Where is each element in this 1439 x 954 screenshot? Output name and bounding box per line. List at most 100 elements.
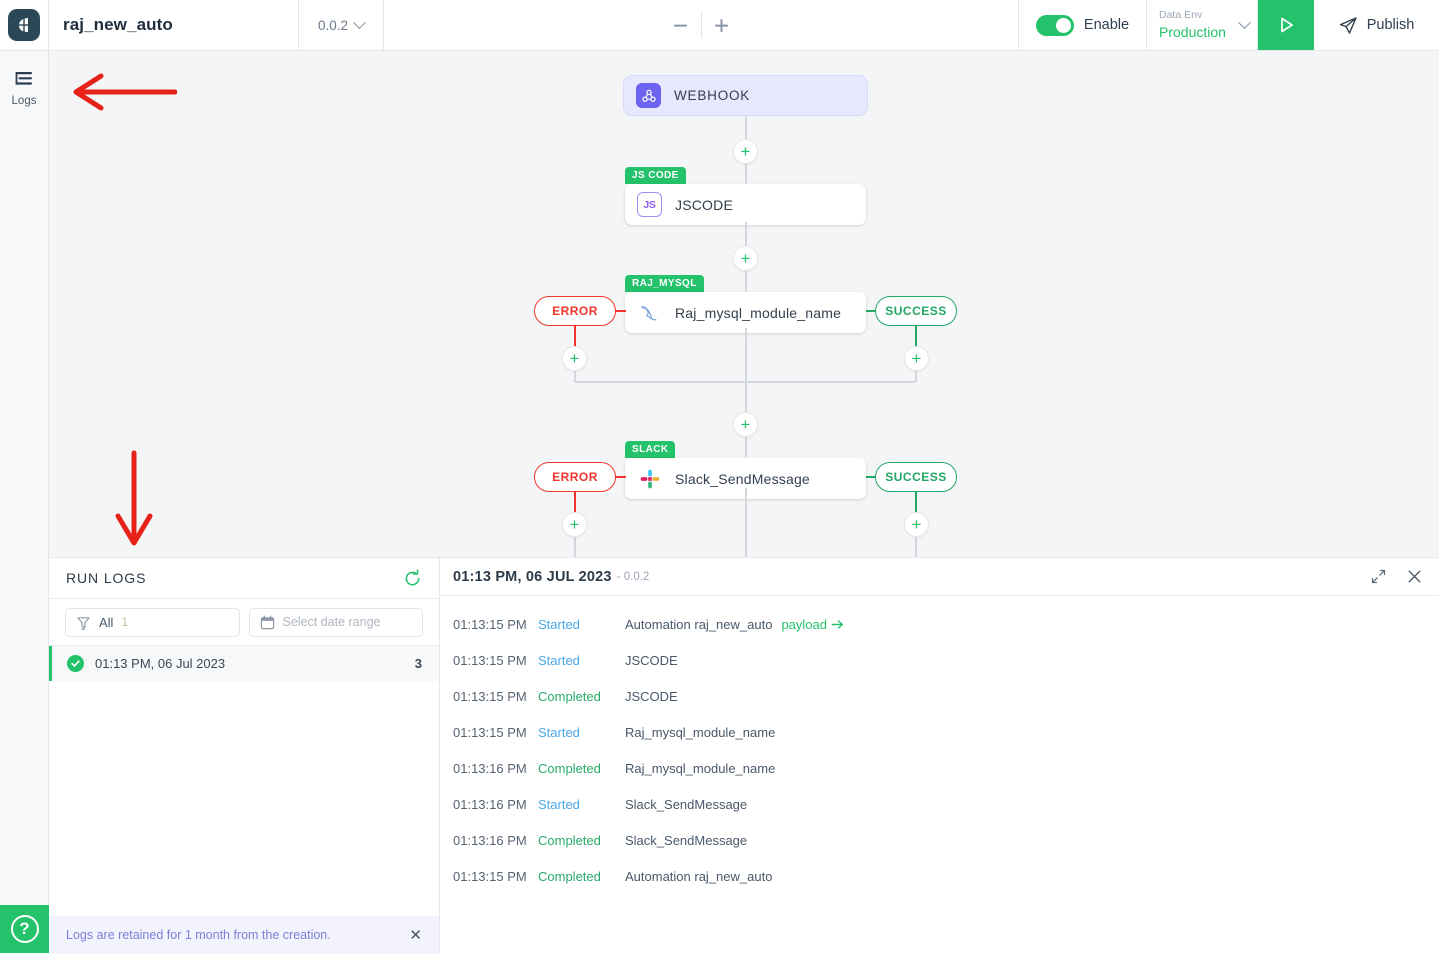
sidebar-item-logs[interactable]: Logs: [0, 51, 48, 107]
arrow-right-icon: [831, 619, 844, 629]
send-icon: [1339, 16, 1357, 34]
flow-node-tag-jscode: JS CODE: [625, 167, 686, 184]
log-message: JSCODE: [625, 652, 678, 668]
add-step-button-error[interactable]: +: [562, 346, 587, 371]
log-status: Completed: [538, 868, 601, 884]
log-row: 01:13:16 PM Started Slack_SendMessage: [453, 786, 1439, 822]
run-logs-header: RUN LOGS: [49, 558, 439, 599]
expand-button[interactable]: [1371, 569, 1386, 584]
log-row: 01:13:15 PM Started Automation raj_new_aut…: [453, 606, 1439, 642]
branch-badge-success[interactable]: SUCCESS: [875, 296, 957, 326]
refresh-icon: [405, 568, 420, 585]
log-status: Completed: [538, 832, 601, 848]
data-env-selector[interactable]: Data Env Production: [1147, 0, 1258, 50]
annotation-arrow-down: [115, 450, 153, 546]
version-label: 0.0.2: [317, 17, 349, 33]
log-time: 01:13:15 PM: [453, 724, 527, 740]
log-row: 01:13:15 PM Completed JSCODE: [453, 678, 1439, 714]
log-message: JSCODE: [625, 688, 678, 704]
refresh-button[interactable]: [403, 568, 422, 588]
branch-badge-error[interactable]: ERROR: [534, 296, 616, 326]
add-step-button[interactable]: +: [733, 139, 758, 164]
run-detail-rows: 01:13:15 PM Started Automation raj_new_aut…: [440, 596, 1439, 894]
log-status: Completed: [538, 760, 601, 776]
page-title: raj_new_auto: [63, 15, 173, 34]
date-range-placeholder: Select date range: [282, 615, 381, 629]
app-logo-icon: [8, 9, 40, 41]
question-mark-icon: ?: [10, 915, 39, 943]
run-detail-version: - 0.0.2: [616, 570, 650, 583]
log-row: 01:13:16 PM Completed Raj_mysql_module_nam…: [453, 750, 1439, 786]
log-time: 01:13:16 PM: [453, 760, 527, 776]
branch-badge-error[interactable]: ERROR: [534, 462, 616, 492]
connector-line: [574, 537, 576, 557]
filter-all-dropdown[interactable]: All 1: [65, 607, 240, 637]
zoom-out-button[interactable]: [661, 5, 701, 45]
run-detail-title: 01:13 PM, 06 JUL 2023: [453, 568, 612, 585]
add-step-button-success[interactable]: +: [904, 512, 929, 537]
zoom-in-button[interactable]: [702, 5, 742, 45]
run-detail-panel: 01:13 PM, 06 JUL 2023 - 0.0.2 01:13:15 P…: [440, 558, 1439, 953]
flow-node-label: Slack_SendMessage: [675, 470, 810, 487]
payload-link[interactable]: payload: [781, 617, 844, 632]
filter-icon: [77, 616, 90, 630]
add-step-button[interactable]: +: [733, 246, 758, 271]
run-log-timestamp: 01:13 PM, 06 Jul 2023: [95, 656, 226, 671]
flow-node-webhook[interactable]: WEBHOOK: [623, 75, 868, 116]
log-status: Started: [538, 616, 580, 632]
connector-line: [915, 537, 917, 557]
date-range-input[interactable]: Select date range: [248, 607, 423, 637]
filter-all-label: All: [99, 614, 114, 630]
branch-badge-success[interactable]: SUCCESS: [875, 462, 957, 492]
expand-icon: [1371, 569, 1386, 584]
retention-notice: Logs are retained for 1 month from the c…: [49, 916, 439, 954]
run-log-list-item[interactable]: 01:13 PM, 06 Jul 2023 3: [49, 646, 439, 681]
annotation-arrow-left: [73, 73, 177, 111]
enable-label: Enable: [1083, 17, 1130, 33]
log-time: 01:13:16 PM: [453, 832, 527, 848]
calendar-icon: [260, 615, 274, 629]
zoom-controls: [384, 0, 1019, 50]
log-time: 01:13:16 PM: [453, 796, 527, 812]
log-row: 01:13:15 PM Started JSCODE: [453, 642, 1439, 678]
log-time: 01:13:15 PM: [453, 652, 527, 668]
left-sidebar: Logs ?: [0, 51, 49, 953]
flow-node-jscode[interactable]: JS JSCODE: [625, 184, 866, 225]
run-logs-filters: All 1 Select date range: [49, 599, 439, 646]
connector-line: [574, 381, 916, 383]
data-env-label: Data Env: [1159, 9, 1203, 22]
sidebar-item-label: Logs: [11, 95, 37, 107]
run-logs-panel: RUN LOGS All 1 Select date range 01:13 P…: [49, 558, 440, 954]
filter-count: 1: [121, 615, 129, 629]
log-message: Slack_SendMessage: [625, 832, 748, 848]
log-time: 01:13:15 PM: [453, 688, 527, 704]
data-env-value: Production: [1159, 23, 1226, 40]
mysql-dolphin-icon: [637, 300, 662, 325]
automation-canvas[interactable]: WEBHOOK + JS CODE JS JSCODE + RAJ_MYSQL …: [49, 51, 1439, 557]
chevron-down-icon: [1238, 15, 1251, 29]
connector-line: [745, 328, 747, 382]
version-selector[interactable]: 0.0.2: [299, 0, 384, 50]
log-status: Completed: [538, 688, 601, 704]
run-logs-title: RUN LOGS: [66, 570, 147, 586]
add-step-button-error[interactable]: +: [562, 512, 587, 537]
payload-label: payload: [781, 616, 827, 632]
close-button[interactable]: [1407, 569, 1422, 584]
log-message: Raj_mysql_module_name: [625, 724, 776, 740]
enable-control: Enable: [1019, 0, 1147, 50]
enable-toggle[interactable]: [1035, 14, 1074, 36]
add-step-button[interactable]: +: [733, 412, 758, 437]
log-status: Started: [538, 724, 580, 740]
connector-line: [915, 371, 917, 382]
log-row: 01:13:15 PM Completed Automation raj_new_a…: [453, 858, 1439, 894]
log-message: Automation raj_new_auto: [625, 616, 773, 632]
flow-node-mysql[interactable]: Raj_mysql_module_name: [625, 292, 866, 333]
app-logo[interactable]: [0, 0, 49, 50]
help-button[interactable]: ?: [0, 905, 49, 953]
run-button[interactable]: [1258, 0, 1314, 50]
log-status: Started: [538, 796, 580, 812]
close-icon[interactable]: ✕: [409, 928, 422, 943]
publish-button[interactable]: Publish: [1314, 0, 1439, 50]
chevron-down-icon: [353, 15, 366, 29]
add-step-button-success[interactable]: +: [904, 346, 929, 371]
